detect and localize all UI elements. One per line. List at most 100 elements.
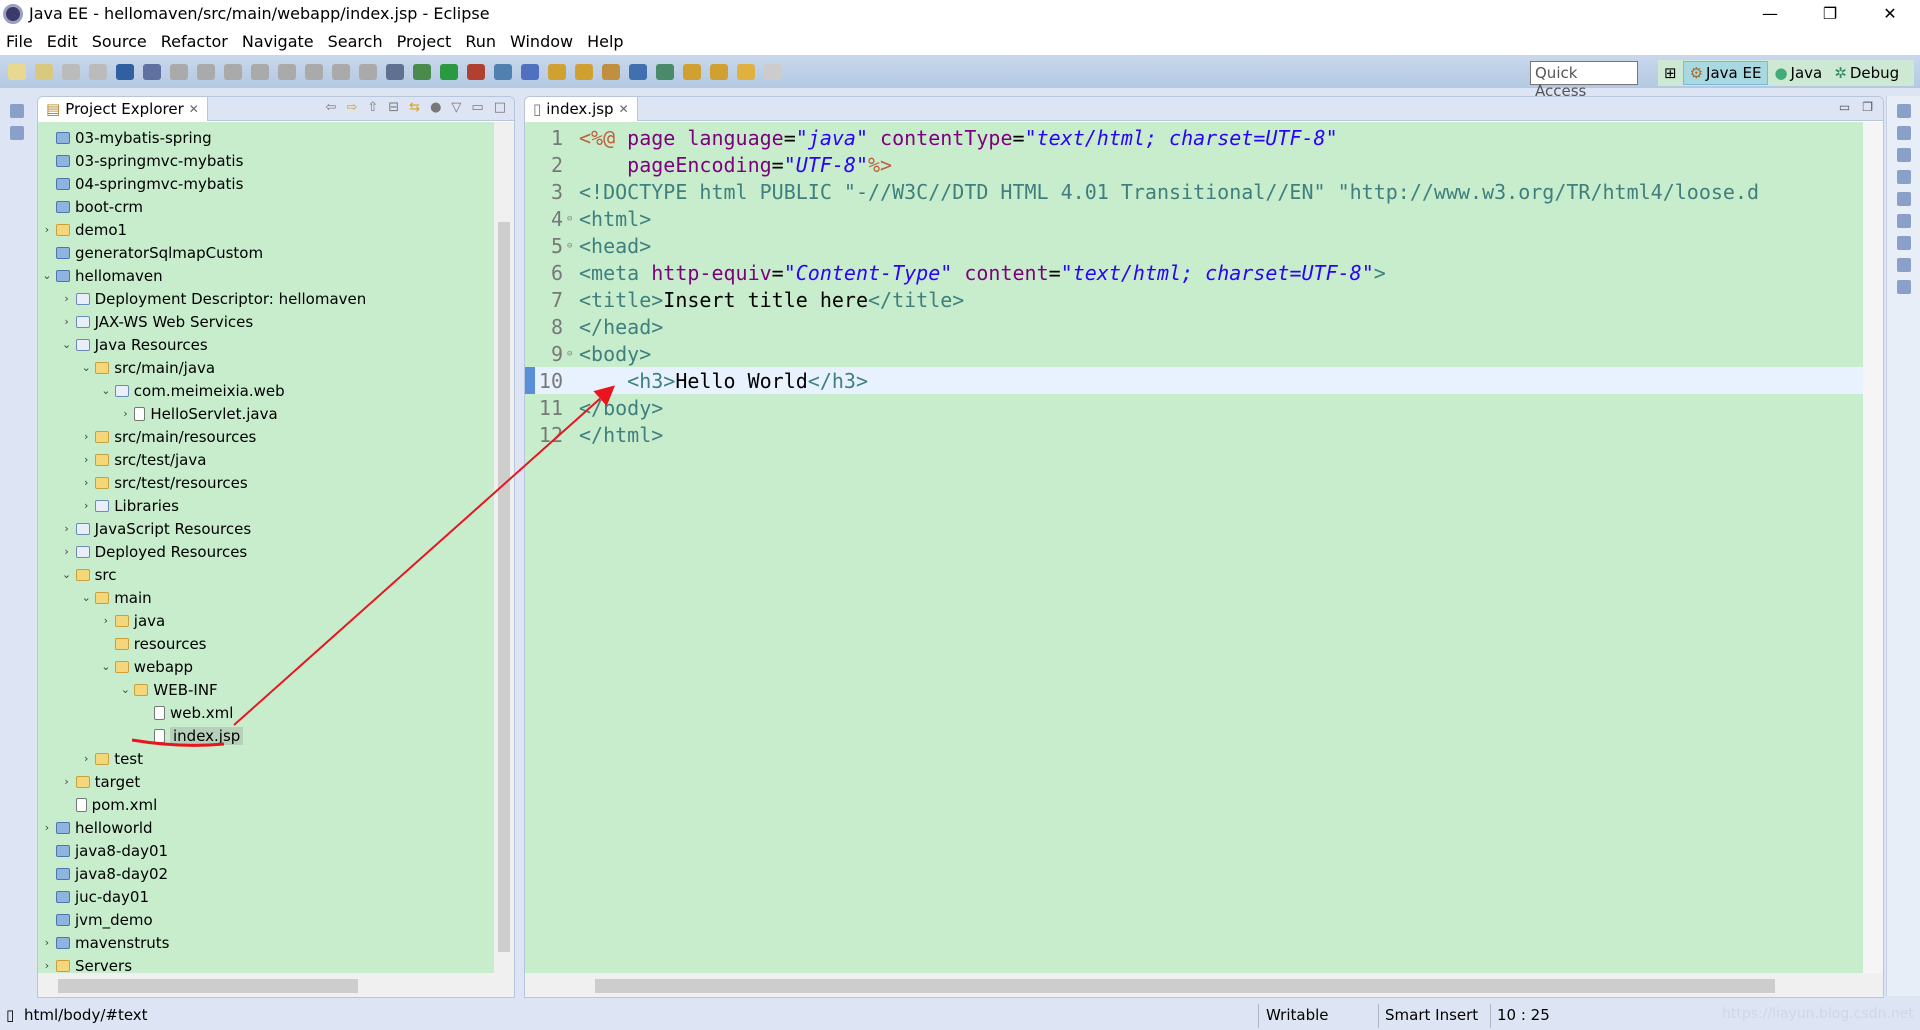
- close-icon[interactable]: ✕: [619, 102, 629, 116]
- back-icon[interactable]: ⇦: [326, 100, 337, 115]
- perspective-debug[interactable]: ✲ Debug: [1828, 62, 1905, 84]
- debug-icon[interactable]: [413, 63, 431, 80]
- code-line[interactable]: 6 <meta http-equiv="Content-Type" content…: [525, 259, 1865, 286]
- step-over-icon[interactable]: [305, 63, 323, 80]
- tree-item[interactable]: ⌄ webapp: [99, 655, 193, 678]
- quick-access-input[interactable]: Quick Access: [1530, 61, 1638, 100]
- maximize-icon[interactable]: □: [494, 100, 506, 115]
- chevron-right-icon[interactable]: ›: [79, 752, 93, 765]
- tree-item[interactable]: pom.xml: [60, 793, 157, 816]
- tree-item[interactable]: index.jsp: [138, 724, 244, 747]
- skip-breakpoints-icon[interactable]: [143, 63, 161, 80]
- perspective-java[interactable]: ● Java: [1768, 62, 1828, 84]
- menu-source[interactable]: Source: [92, 32, 147, 51]
- vertical-scrollbar[interactable]: [494, 122, 514, 974]
- code-line[interactable]: 7 <title>Insert title here</title>: [525, 286, 1865, 313]
- tree-item[interactable]: › Deployment Descriptor: hellomaven: [60, 287, 366, 310]
- fold-toggle-icon[interactable]: ⊖: [567, 214, 575, 224]
- code-line[interactable]: 4 ⊖ <html>: [525, 205, 1865, 232]
- code-line[interactable]: 2 pageEncoding="UTF-8"%>: [525, 151, 1865, 178]
- console-icon[interactable]: [1896, 258, 1911, 272]
- tree-item[interactable]: ⌄ WEB-INF: [118, 678, 218, 701]
- chevron-right-icon[interactable]: ›: [40, 959, 54, 972]
- chevron-right-icon[interactable]: ›: [40, 936, 54, 949]
- close-icon[interactable]: ✕: [189, 102, 199, 116]
- tree-item[interactable]: › java: [99, 609, 166, 632]
- tree-item[interactable]: ⌄ main: [79, 586, 152, 609]
- browser-icon[interactable]: [629, 63, 647, 80]
- restore-icon[interactable]: [1896, 104, 1911, 118]
- chevron-right-icon[interactable]: ›: [118, 407, 132, 420]
- terminal-icon[interactable]: [116, 63, 134, 80]
- annotation-next-icon[interactable]: [656, 63, 674, 80]
- use-step-filters-icon[interactable]: [386, 63, 404, 80]
- drop-to-frame-icon[interactable]: [359, 63, 377, 80]
- new-server-icon[interactable]: [494, 63, 512, 80]
- tree-item[interactable]: › JAX-WS Web Services: [60, 310, 253, 333]
- code-line[interactable]: 5 ⊖ <head>: [525, 232, 1865, 259]
- chevron-right-icon[interactable]: ›: [79, 499, 93, 512]
- step-into-icon[interactable]: [278, 63, 296, 80]
- chevron-right-icon[interactable]: ›: [60, 545, 74, 558]
- chevron-right-icon[interactable]: ›: [79, 430, 93, 443]
- progress-icon[interactable]: [1896, 280, 1911, 294]
- tree-item[interactable]: java8-day02: [40, 862, 168, 885]
- chevron-down-icon[interactable]: ⌄: [60, 568, 74, 581]
- horizontal-scrollbar[interactable]: [525, 973, 1883, 997]
- search-icon[interactable]: [602, 63, 620, 80]
- tree-item[interactable]: jvm_demo: [40, 908, 153, 931]
- tab-index-jsp[interactable]: ▯ index.jsp ✕: [525, 97, 638, 121]
- chevron-down-icon[interactable]: ⌄: [99, 384, 113, 397]
- code-line[interactable]: 8 </head>: [525, 313, 1865, 340]
- fold-toggle-icon[interactable]: ⊖: [567, 241, 575, 251]
- perspective-java-ee[interactable]: ⚙ Java EE: [1682, 61, 1769, 85]
- annotation-prev-icon[interactable]: [683, 63, 701, 80]
- chevron-right-icon[interactable]: ›: [79, 453, 93, 466]
- tree-item[interactable]: ⌄ src: [60, 563, 117, 586]
- chevron-down-icon[interactable]: ⌄: [118, 683, 132, 696]
- minimize-button[interactable]: —: [1740, 0, 1800, 27]
- tree-item[interactable]: › Libraries: [79, 494, 179, 517]
- code-line[interactable]: 11 </body>: [525, 394, 1865, 421]
- run-icon[interactable]: [440, 63, 458, 80]
- tree-item[interactable]: › src/test/resources: [79, 471, 248, 494]
- tree-item[interactable]: › test: [79, 747, 143, 770]
- tree-item[interactable]: generatorSqlmapCustom: [40, 241, 263, 264]
- chevron-right-icon[interactable]: ›: [60, 522, 74, 535]
- code-line[interactable]: 9 ⊖ <body>: [525, 340, 1865, 367]
- menu-project[interactable]: Project: [397, 32, 452, 51]
- outline-icon[interactable]: [10, 126, 24, 140]
- tree-item[interactable]: › Servers: [40, 954, 132, 975]
- step-return-icon[interactable]: [332, 63, 350, 80]
- tree-item[interactable]: ⌄ src/main/java: [79, 356, 216, 379]
- outline-icon[interactable]: [1896, 148, 1911, 162]
- chevron-right-icon[interactable]: ›: [79, 476, 93, 489]
- open-perspective-button[interactable]: ⊞: [1658, 62, 1683, 84]
- fold-toggle-icon[interactable]: ⊖: [567, 349, 575, 359]
- filter-icon[interactable]: ●: [430, 100, 441, 115]
- tree-item[interactable]: 03-springmvc-mybatis: [40, 149, 243, 172]
- tree-item[interactable]: resources: [99, 632, 207, 655]
- menu-refactor[interactable]: Refactor: [161, 32, 228, 51]
- menu-help[interactable]: Help: [587, 32, 623, 51]
- tree-item[interactable]: 03-mybatis-spring: [40, 126, 212, 149]
- open-type-icon[interactable]: [548, 63, 566, 80]
- chevron-right-icon[interactable]: ›: [40, 821, 54, 834]
- tree-item[interactable]: 04-springmvc-mybatis: [40, 172, 243, 195]
- link-with-editor-icon[interactable]: ⇆: [409, 100, 420, 115]
- tree-item[interactable]: java8-day01: [40, 839, 168, 862]
- chevron-right-icon[interactable]: ›: [60, 292, 74, 305]
- tree-item[interactable]: › HelloServlet.java: [118, 402, 278, 425]
- tree-item[interactable]: boot-crm: [40, 195, 143, 218]
- code-line[interactable]: 3 <!DOCTYPE html PUBLIC "-//W3C//DTD HTML…: [525, 178, 1865, 205]
- chevron-down-icon[interactable]: ⌄: [79, 361, 93, 374]
- tab-project-explorer[interactable]: ▤ Project Explorer ✕: [38, 97, 208, 121]
- tree-item[interactable]: web.xml: [138, 701, 233, 724]
- vertical-scrollbar[interactable]: [1863, 122, 1883, 974]
- tree-item[interactable]: › Deployed Resources: [60, 540, 247, 563]
- restore-icon[interactable]: [10, 104, 24, 118]
- suspend-icon[interactable]: [197, 63, 215, 80]
- menu-search[interactable]: Search: [328, 32, 383, 51]
- save-all-icon[interactable]: [89, 63, 107, 80]
- code-editor[interactable]: 1 <%@ page language="java" contentType="t…: [525, 122, 1865, 974]
